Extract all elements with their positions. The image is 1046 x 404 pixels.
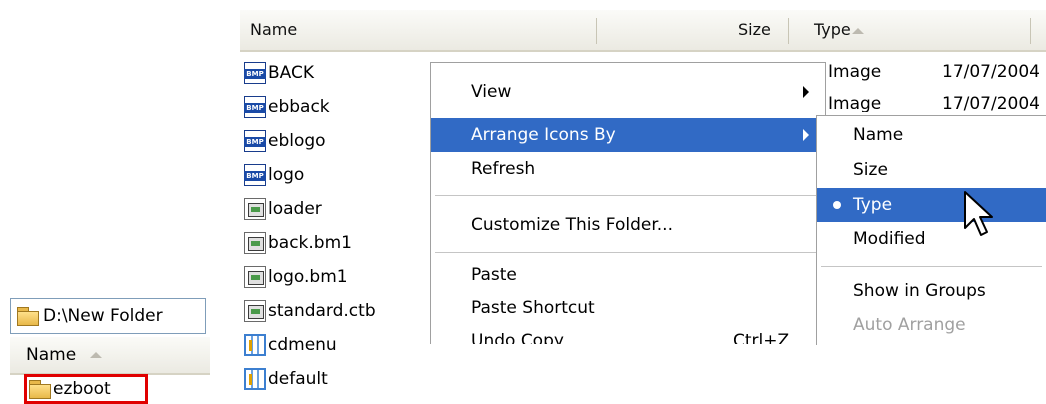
document-icon: [244, 266, 266, 288]
menu-separator: [821, 266, 1042, 267]
context-menu: View Arrange Icons By Refresh Customize …: [430, 62, 826, 344]
submenu-item-modified[interactable]: Modified: [817, 222, 1046, 256]
submenu-item-label: Modified: [853, 229, 926, 249]
submenu-item-label: Type: [853, 195, 893, 215]
arrange-submenu: Name Size Type Modified Show in Groups A…: [816, 115, 1046, 345]
menu-separator: [435, 195, 821, 196]
list-item[interactable]: default: [244, 362, 444, 396]
mouse-pointer-icon: [964, 191, 993, 236]
menu-item-customize-folder[interactable]: Customize This Folder...: [431, 208, 825, 242]
column-header-name[interactable]: Name: [26, 345, 76, 365]
bmp-file-icon: BMP: [244, 130, 266, 152]
radio-bullet-icon: [833, 201, 841, 209]
submenu-item-label: Size: [853, 160, 888, 180]
file-type-cell: Image: [828, 62, 882, 82]
column-header-size[interactable]: Size: [738, 10, 771, 48]
file-name: logo.bm1: [268, 267, 348, 287]
menu-item-label: Arrange Icons By: [471, 125, 616, 145]
address-bar[interactable]: D:\New Folder: [10, 298, 206, 334]
column-header-bar: Name Size Type: [240, 10, 1046, 52]
column-divider[interactable]: [1030, 18, 1031, 44]
file-name: default: [268, 369, 328, 389]
menu-item-arrange-icons-by[interactable]: Arrange Icons By: [431, 118, 825, 152]
menu-item-paste-shortcut[interactable]: Paste Shortcut: [431, 291, 825, 325]
document-icon: [244, 198, 266, 220]
sort-ascending-icon: [90, 352, 102, 358]
grid-file-icon: [244, 334, 266, 356]
file-date-cell: 17/07/2004: [942, 62, 1040, 82]
list-item[interactable]: BMP logo: [244, 158, 444, 192]
document-icon: [244, 232, 266, 254]
bmp-file-icon: BMP: [244, 62, 266, 84]
submenu-item-size[interactable]: Size: [817, 153, 1046, 187]
menu-item-paste[interactable]: Paste: [431, 258, 825, 292]
folder-icon: [17, 307, 39, 326]
folder-name: ezboot: [53, 379, 111, 399]
menu-item-label: Paste Shortcut: [471, 298, 595, 318]
column-divider[interactable]: [788, 18, 789, 44]
menu-item-undo-copy[interactable]: Undo Copy Ctrl+Z: [431, 324, 825, 344]
submenu-item-label: Auto Arrange: [853, 315, 966, 335]
list-item[interactable]: standard.ctb: [244, 294, 444, 328]
list-item[interactable]: BMP BACK: [244, 56, 444, 90]
file-name: ebback: [268, 97, 330, 117]
menu-item-view[interactable]: View: [431, 75, 825, 109]
file-name: eblogo: [268, 131, 326, 151]
submenu-item-show-in-groups[interactable]: Show in Groups: [817, 274, 1046, 308]
file-name: loader: [268, 199, 322, 219]
file-date-cell: 17/07/2004: [942, 94, 1040, 112]
grid-file-icon: [244, 368, 266, 390]
menu-item-label: View: [471, 82, 512, 102]
submenu-item-type[interactable]: Type: [817, 188, 1046, 222]
submenu-arrow-icon: [803, 129, 809, 141]
submenu-item-label: Show in Groups: [853, 281, 986, 301]
document-icon: [244, 300, 266, 322]
menu-item-refresh[interactable]: Refresh: [431, 152, 825, 186]
submenu-item-auto-arrange[interactable]: Auto Arrange: [817, 308, 1046, 342]
column-header-type[interactable]: Type: [814, 10, 851, 48]
submenu-arrow-icon: [803, 86, 809, 98]
bmp-file-icon: BMP: [244, 96, 266, 118]
list-item[interactable]: logo.bm1: [244, 260, 444, 294]
file-type-cell: Image: [828, 94, 882, 112]
column-header-name[interactable]: Name: [250, 10, 297, 48]
file-name: logo: [268, 165, 305, 185]
menu-separator: [435, 252, 821, 253]
list-item[interactable]: BMP eblogo: [244, 124, 444, 158]
list-item[interactable]: back.bm1: [244, 226, 444, 260]
bmp-file-icon: BMP: [244, 164, 266, 186]
menu-item-label: Paste: [471, 265, 517, 285]
menu-item-shortcut: Ctrl+Z: [733, 331, 790, 344]
file-name: back.bm1: [268, 233, 352, 253]
sort-ascending-icon: [852, 28, 864, 34]
menu-item-label: Refresh: [471, 159, 536, 179]
selected-folder-item[interactable]: ezboot: [24, 374, 148, 404]
list-item[interactable]: BMP ebback: [244, 90, 444, 124]
left-column-header: Name: [10, 337, 210, 375]
file-name: cdmenu: [268, 335, 337, 355]
submenu-item-label: Name: [853, 125, 904, 145]
menu-item-label: Customize This Folder...: [471, 215, 673, 235]
file-name: BACK: [268, 63, 315, 83]
submenu-item-name[interactable]: Name: [817, 118, 1046, 152]
column-divider[interactable]: [596, 18, 597, 44]
address-text: D:\New Folder: [43, 306, 163, 326]
folder-icon: [29, 380, 51, 399]
list-item[interactable]: cdmenu: [244, 328, 444, 362]
list-item[interactable]: loader: [244, 192, 444, 226]
menu-item-label: Undo Copy: [471, 331, 564, 344]
file-name: standard.ctb: [268, 301, 376, 321]
